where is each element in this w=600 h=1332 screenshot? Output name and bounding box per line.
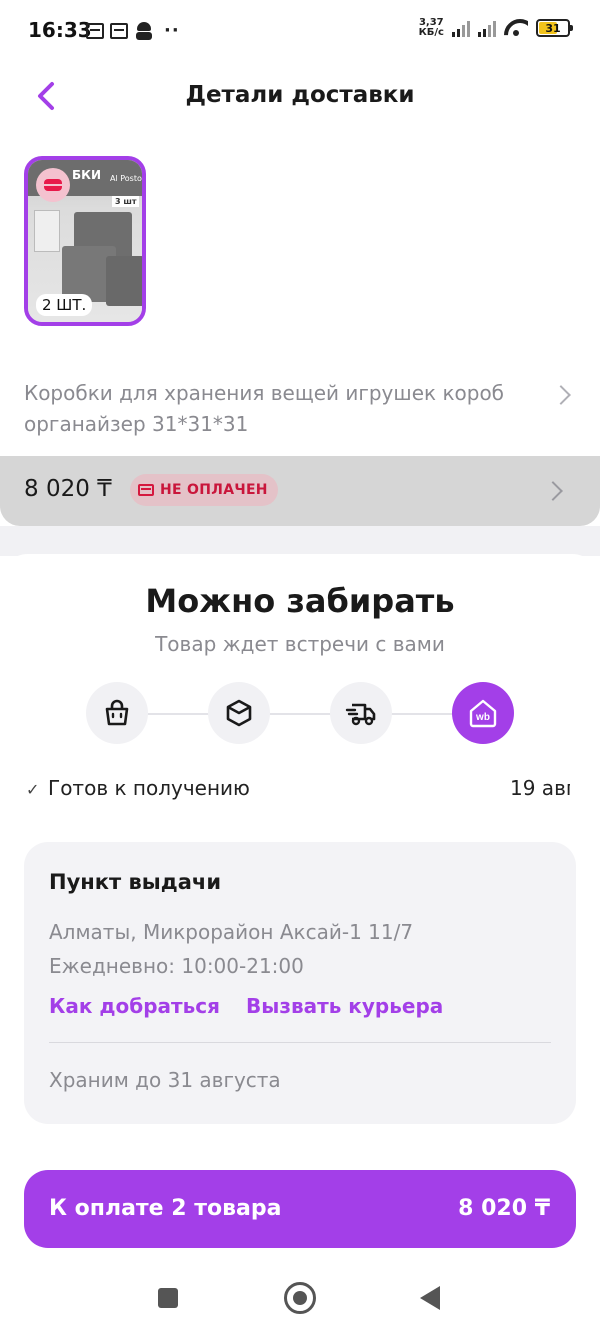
pickup-point-title: Пункт выдачи [49, 870, 222, 894]
wifi-icon [504, 19, 528, 37]
status-title: Можно забирать [145, 582, 455, 620]
price-row[interactable]: 8 020 ₸ НЕ ОПЛАЧЕН [0, 456, 600, 526]
system-icons: 3,37 КБ/с 31 [418, 17, 573, 38]
network-speed: 3,37 КБ/с [418, 17, 444, 38]
section-separator [0, 526, 600, 556]
signal-icon-2 [478, 19, 496, 37]
incognito-icon [134, 21, 154, 40]
product-name-row[interactable]: Коробки для хранения вещей игрушек короб… [24, 378, 576, 446]
signal-icon [452, 19, 470, 37]
home-icon[interactable] [284, 1282, 316, 1314]
pay-button-label: К оплате 2 товара [49, 1196, 282, 1221]
card-cross-icon [138, 484, 154, 496]
storage-deadline: Храним до 31 августа [49, 1068, 281, 1092]
delivery-progress: wb [86, 682, 516, 744]
status-bar: 16:33 ·· 3,37 КБ/с 31 [0, 0, 600, 62]
status-time: 16:33 [28, 18, 92, 42]
truck-icon [345, 703, 376, 726]
ready-status-row: ✓ Готов к получению 19 авг [24, 776, 576, 806]
pickup-point-hours: Ежедневно: 10:00-21:00 [49, 954, 304, 978]
pickup-point-address: Алматы, Микрорайон Аксай-1 11/7 [49, 920, 414, 944]
ready-status-text: Готов к получению [48, 776, 250, 800]
system-nav-bar [0, 1268, 600, 1332]
check-icon: ✓ [26, 780, 40, 799]
step-in-transit [330, 682, 392, 744]
wb-pickup-point-icon: wb [469, 699, 497, 728]
back-triangle-icon[interactable] [420, 1286, 440, 1310]
divider [49, 1042, 551, 1043]
step-ready-for-pickup: wb [452, 682, 514, 744]
payment-status-badge: НЕ ОПЛАЧЕН [130, 474, 278, 506]
directions-link[interactable]: Как добраться [49, 994, 220, 1018]
battery-icon: 31 [536, 19, 573, 37]
delivery-status-card: Можно забирать Товар ждет встречи с вами [0, 554, 600, 1332]
step-ordered [86, 682, 148, 744]
product-thumbnail[interactable]: БКИ Al Posto 3 шт 2 ШТ. [24, 156, 146, 326]
notification-icons: ·· [86, 20, 180, 41]
chevron-right-icon [551, 385, 571, 405]
status-subtitle: Товар ждет встречи с вами [155, 632, 445, 656]
recents-icon[interactable] [158, 1288, 178, 1308]
page-title: Детали доставки [185, 82, 415, 108]
app-header: Детали доставки [0, 62, 600, 132]
shopping-bag-icon [105, 699, 129, 726]
svg-text:wb: wb [475, 712, 490, 723]
notification-calendar-icon-2 [110, 22, 128, 39]
call-courier-link[interactable]: Вызвать курьера [246, 994, 443, 1018]
box-icon [226, 699, 252, 727]
notification-calendar-icon [86, 22, 104, 39]
price-value: 8 020 ₸ [24, 476, 112, 502]
more-notifications-icon: ·· [164, 20, 180, 41]
ready-status-date: 19 авг [510, 776, 570, 800]
pay-button-amount: 8 020 ₸ [458, 1196, 550, 1221]
quantity-badge: 2 ШТ. [36, 294, 93, 316]
chevron-right-icon [543, 481, 563, 501]
pickup-point-card: Пункт выдачи Алматы, Микрорайон Аксай-1 … [24, 842, 576, 1124]
step-packed [208, 682, 270, 744]
product-name: Коробки для хранения вещей игрушек короб… [24, 381, 505, 436]
pickup-point-actions: Как добраться Вызвать курьера [49, 994, 443, 1018]
unpaid-card-icon [36, 168, 70, 202]
pay-button[interactable]: К оплате 2 товара 8 020 ₸ [24, 1170, 576, 1248]
payment-status-text: НЕ ОПЛАЧЕН [160, 482, 268, 498]
